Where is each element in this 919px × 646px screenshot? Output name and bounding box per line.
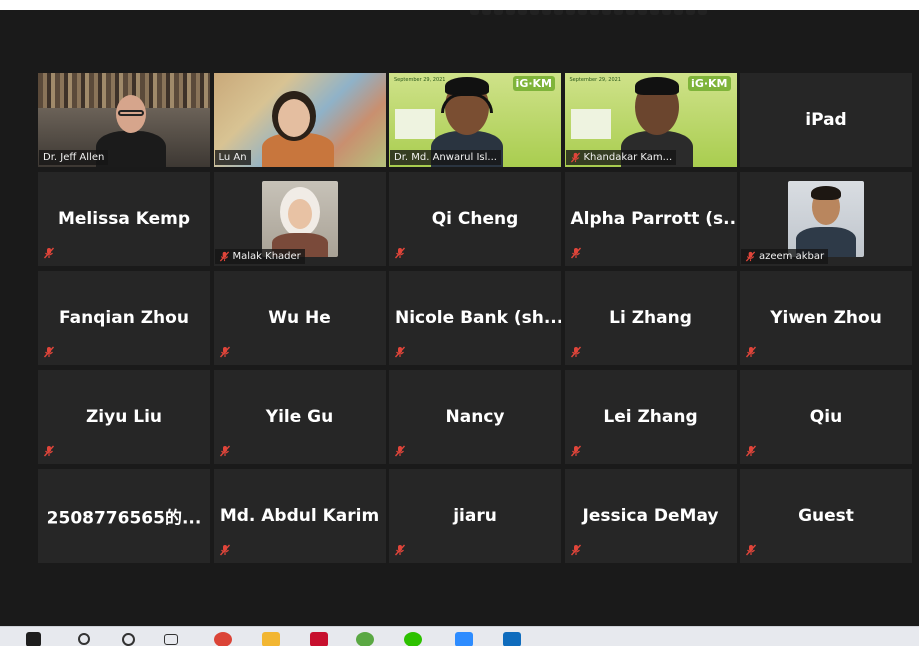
participant-name: jiaru xyxy=(453,506,497,526)
participant-tile[interactable]: Jessica DeMay xyxy=(564,469,737,563)
zoom-icon[interactable] xyxy=(455,632,473,646)
participant-name-label: Dr. Md. Anwarul Isl... xyxy=(390,150,501,165)
mic-muted-icon xyxy=(394,247,406,259)
banner-date: September 29, 2021 xyxy=(569,77,622,83)
participant-name-label: Khandakar Kam... xyxy=(565,150,677,165)
mic-muted-icon xyxy=(43,247,55,259)
participant-name: Ziyu Liu xyxy=(85,407,163,427)
participant-name: Khandakar Kam... xyxy=(583,152,673,163)
file-explorer-icon[interactable] xyxy=(262,632,280,646)
participant-name: Jessica DeMay xyxy=(582,506,719,526)
participant-tile[interactable]: Nicole Bank (sh... xyxy=(389,271,561,365)
participant-tile[interactable]: Yiwen Zhou xyxy=(740,271,912,365)
participant-name-label: Lu An xyxy=(214,150,251,165)
participant-name: Nicole Bank (sh... xyxy=(395,308,561,328)
windows-icon[interactable] xyxy=(26,632,41,646)
participant-name: azeem akbar xyxy=(759,251,825,262)
participant-tile[interactable]: jiaru xyxy=(389,469,561,563)
chrome-icon[interactable] xyxy=(214,632,232,646)
participant-tile[interactable]: 2508776565的... xyxy=(38,469,210,563)
participant-tile[interactable]: Lei Zhang xyxy=(564,370,737,464)
participant-name: Dr. Jeff Allen xyxy=(43,152,105,163)
participant-name: Fanqian Zhou xyxy=(59,308,189,328)
participant-tile[interactable]: Lu An xyxy=(213,73,386,167)
mic-muted-icon xyxy=(43,445,55,457)
participant-name: Wu He xyxy=(268,308,331,328)
top-strip xyxy=(0,0,919,15)
conference-logo: iG·KM xyxy=(688,76,731,91)
participant-name: Lei Zhang xyxy=(603,407,698,427)
mic-muted-icon xyxy=(570,544,581,556)
mic-muted-icon xyxy=(394,445,406,457)
participant-tile[interactable]: Dr. Jeff Allen xyxy=(38,73,210,167)
cortana-icon[interactable] xyxy=(122,633,135,646)
participant-tile[interactable]: Alpha Parrott (s... xyxy=(564,172,737,266)
participant-tile[interactable]: Malak Khader xyxy=(213,172,386,266)
outlook-icon[interactable] xyxy=(503,632,521,646)
participant-tile[interactable]: Md. Abdul Karim xyxy=(213,469,386,563)
participant-tile[interactable]: Nancy xyxy=(389,370,561,464)
mic-muted-icon xyxy=(570,152,580,163)
participant-tile[interactable]: Qi Cheng xyxy=(389,172,561,266)
mic-muted-icon xyxy=(745,251,756,262)
participant-name: Qi Cheng xyxy=(431,209,519,229)
acrobat-icon[interactable] xyxy=(310,632,328,646)
participant-tile[interactable]: Wu He xyxy=(213,271,386,365)
mic-muted-icon xyxy=(570,346,581,358)
mic-muted-icon xyxy=(394,544,406,556)
participant-tile[interactable]: Ziyu Liu xyxy=(38,370,210,464)
participant-name: Guest xyxy=(798,506,854,526)
profile-photo xyxy=(788,181,864,257)
participant-name: Yile Gu xyxy=(265,407,334,427)
mic-muted-icon xyxy=(745,445,757,457)
mic-muted-icon xyxy=(394,346,406,358)
participant-tile[interactable]: Yile Gu xyxy=(213,370,386,464)
participant-tile[interactable]: Qiu xyxy=(740,370,912,464)
wechat-icon[interactable] xyxy=(404,632,422,646)
participant-tile[interactable]: Fanqian Zhou xyxy=(38,271,210,365)
app-icon[interactable] xyxy=(356,632,374,646)
participant-name-label: Dr. Jeff Allen xyxy=(39,150,109,165)
mic-muted-icon xyxy=(219,251,229,262)
participant-name: Lu An xyxy=(218,152,247,163)
participant-name: Alpha Parrott (s... xyxy=(570,209,737,229)
window-edge xyxy=(470,0,750,15)
participant-name: iPad xyxy=(805,110,847,130)
participant-tile[interactable]: Guest xyxy=(740,469,912,563)
banner-date: September 29, 2021 xyxy=(394,77,446,83)
participant-name: Nancy xyxy=(445,407,505,427)
mic-muted-icon xyxy=(745,346,757,358)
participant-name: Melissa Kemp xyxy=(57,209,190,229)
participant-name: Malak Khader xyxy=(232,251,301,262)
participant-tile[interactable]: azeem akbar xyxy=(740,172,912,266)
search-icon[interactable] xyxy=(78,633,90,645)
conference-logo: iG·KM xyxy=(512,76,555,91)
participant-name: Li Zhang xyxy=(609,308,692,328)
windows-taskbar xyxy=(0,626,919,646)
task-view-icon[interactable] xyxy=(164,634,178,645)
participant-tile[interactable]: iPad xyxy=(740,73,912,167)
mic-muted-icon xyxy=(219,544,230,556)
participant-tile[interactable]: Li Zhang xyxy=(564,271,737,365)
participant-name: Qiu xyxy=(809,407,843,427)
mic-muted-icon xyxy=(570,247,581,259)
participant-tile[interactable]: September 29, 2021 iG·KM Khandakar Kam... xyxy=(564,73,737,167)
mic-muted-icon xyxy=(570,445,581,457)
mic-muted-icon xyxy=(219,346,230,358)
participant-name: Yiwen Zhou xyxy=(770,308,882,328)
participant-name: Dr. Md. Anwarul Isl... xyxy=(394,152,497,163)
participant-tile[interactable]: Melissa Kemp xyxy=(38,172,210,266)
participant-name-label: Malak Khader xyxy=(214,249,305,264)
participant-name: Md. Abdul Karim xyxy=(219,506,380,526)
participant-name-label: azeem akbar xyxy=(741,249,829,264)
profile-photo xyxy=(261,181,338,257)
participant-name: 2508776565的... xyxy=(46,508,202,529)
mic-muted-icon xyxy=(745,544,757,556)
mic-muted-icon xyxy=(43,346,55,358)
participant-tile[interactable]: September 29, 2021 iG·KM Dr. Md. Anwarul I… xyxy=(389,73,561,167)
mic-muted-icon xyxy=(219,445,230,457)
